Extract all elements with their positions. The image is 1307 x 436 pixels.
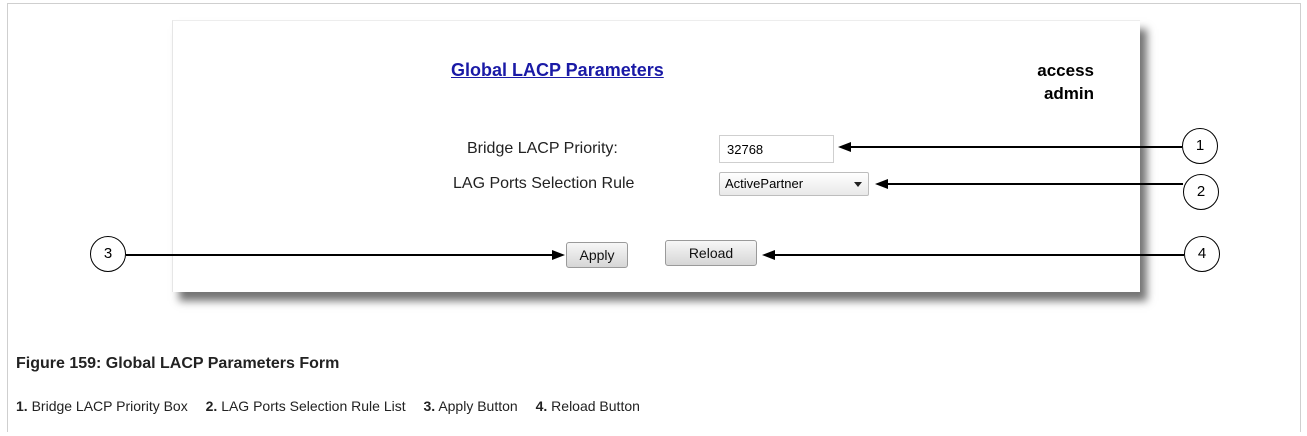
page-title-link[interactable]: Global LACP Parameters: [451, 60, 664, 81]
callout-4-circle: 4: [1184, 236, 1220, 272]
access-level: access admin: [1010, 59, 1094, 105]
callout-2-circle: 2: [1183, 174, 1219, 210]
legend-number: 1.: [16, 398, 28, 414]
user-role: admin: [1043, 84, 1094, 103]
selection-rule-label: LAG Ports Selection Rule: [453, 175, 635, 192]
legend-text: Bridge LACP Priority Box: [31, 398, 188, 414]
lag-ports-selection-rule-select[interactable]: ActivePartner: [719, 172, 869, 196]
legend-item-2: 2. LAG Ports Selection Rule List: [206, 398, 406, 414]
legend-number: 3.: [423, 398, 436, 414]
legend-text: Apply Button: [438, 398, 518, 414]
callout-3-arrowhead: [552, 250, 565, 260]
reload-button[interactable]: Reload: [665, 240, 757, 266]
bridge-lacp-priority-input[interactable]: [719, 135, 834, 163]
legend-number: 4.: [535, 398, 548, 414]
apply-button[interactable]: Apply: [566, 242, 628, 268]
callout-4-line: [773, 254, 1184, 256]
callout-2-line: [886, 183, 1183, 185]
legend-text: LAG Ports Selection Rule List: [221, 398, 406, 414]
callout-1-line: [849, 146, 1182, 148]
legend-number: 2.: [205, 398, 218, 414]
callout-3-circle: 3: [90, 236, 126, 272]
callout-4-arrowhead: [762, 250, 775, 260]
callout-1-arrowhead: [838, 142, 851, 152]
legend-item-4: 4. Reload Button: [536, 398, 640, 414]
chevron-down-icon: [854, 182, 862, 187]
callout-2-arrowhead: [875, 179, 888, 189]
legend-item-3: 3. Apply Button: [424, 398, 518, 414]
callout-3-line: [126, 254, 554, 256]
access-line: access: [1037, 61, 1094, 80]
figure-legend: 1. Bridge LACP Priority Box 2. LAG Ports…: [16, 398, 654, 414]
callout-1-circle: 1: [1182, 128, 1218, 164]
figure-caption: Figure 159: Global LACP Parameters Form: [16, 355, 340, 372]
priority-label: Bridge LACP Priority:: [467, 140, 618, 157]
legend-text: Reload Button: [551, 398, 640, 414]
selected-value: ActivePartner: [725, 176, 804, 191]
legend-item-1: 1. Bridge LACP Priority Box: [16, 398, 188, 414]
